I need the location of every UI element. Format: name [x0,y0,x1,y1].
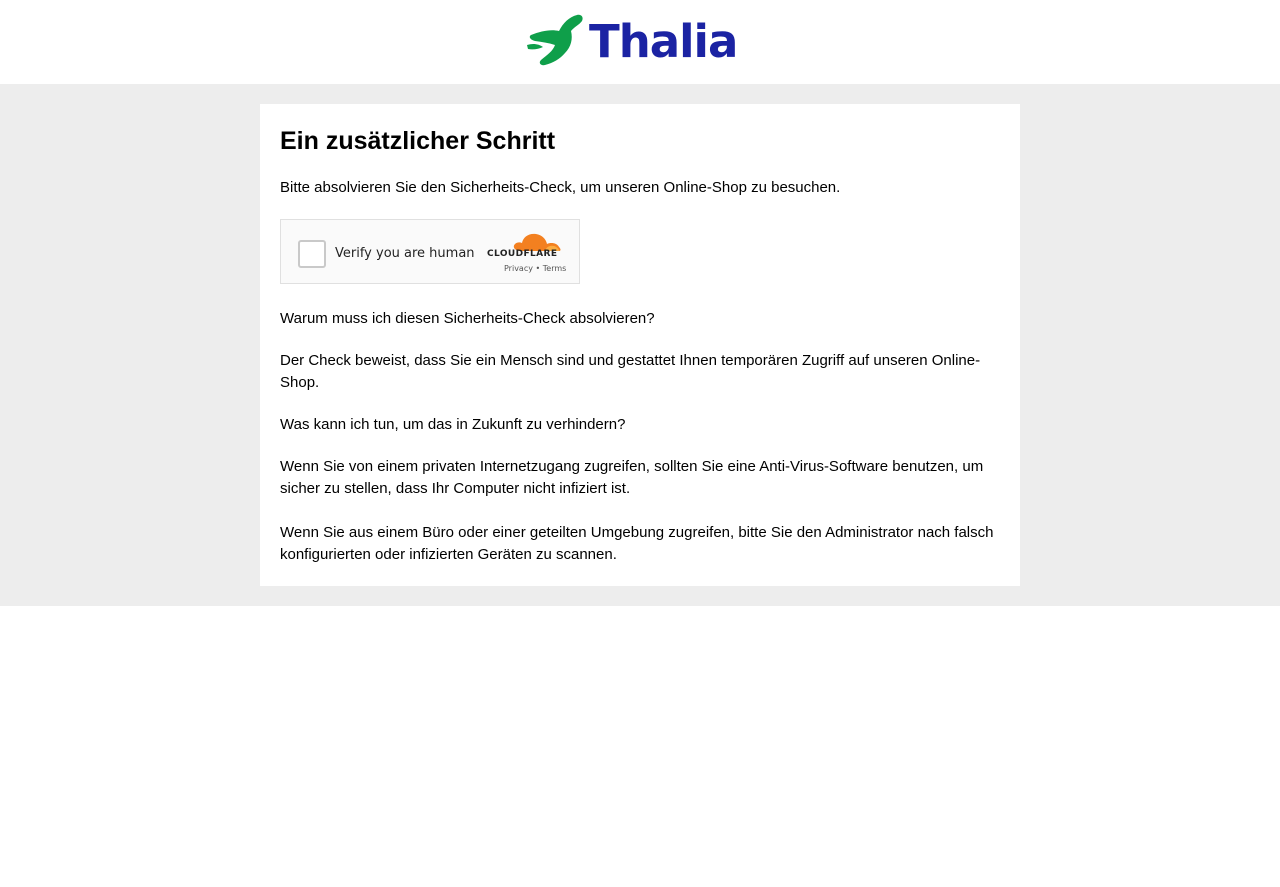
logo-wordmark: Thalia [589,15,738,68]
site-header: Thalia [0,0,1280,84]
cloudflare-wordmark: CLOUDFLARE [487,249,558,259]
why-answer: Der Check beweist, dass Sie ein Mensch s… [280,352,981,391]
prevent-answer-private: Wenn Sie von einem privaten Internetzuga… [280,458,984,497]
prevent-answer-office: Wenn Sie aus einem Büro oder einer getei… [280,524,994,563]
why-question: Warum muss ich diesen Sicherheits-Check … [280,310,655,327]
intro-text: Bitte absolvieren Sie den Sicherheits-Ch… [280,179,841,196]
link-separator: • [535,264,541,273]
challenge-card: Ein zusätzlicher Schritt Bitte absolvier… [260,104,1020,586]
captcha-widget: Verify you are human CLOUDFLARE Privacy … [280,219,580,284]
mermaid-icon [527,14,583,66]
terms-link[interactable]: Terms [543,264,567,273]
cloudflare-links: Privacy • Terms [504,264,566,273]
verify-checkbox[interactable] [298,240,326,268]
prevent-question: Was kann ich tun, um das in Zukunft zu v… [280,416,626,433]
thalia-logo[interactable]: Thalia [527,13,755,67]
verify-label[interactable]: Verify you are human [335,244,475,264]
privacy-link[interactable]: Privacy [504,264,533,273]
page-title: Ein zusätzlicher Schritt [280,127,556,155]
